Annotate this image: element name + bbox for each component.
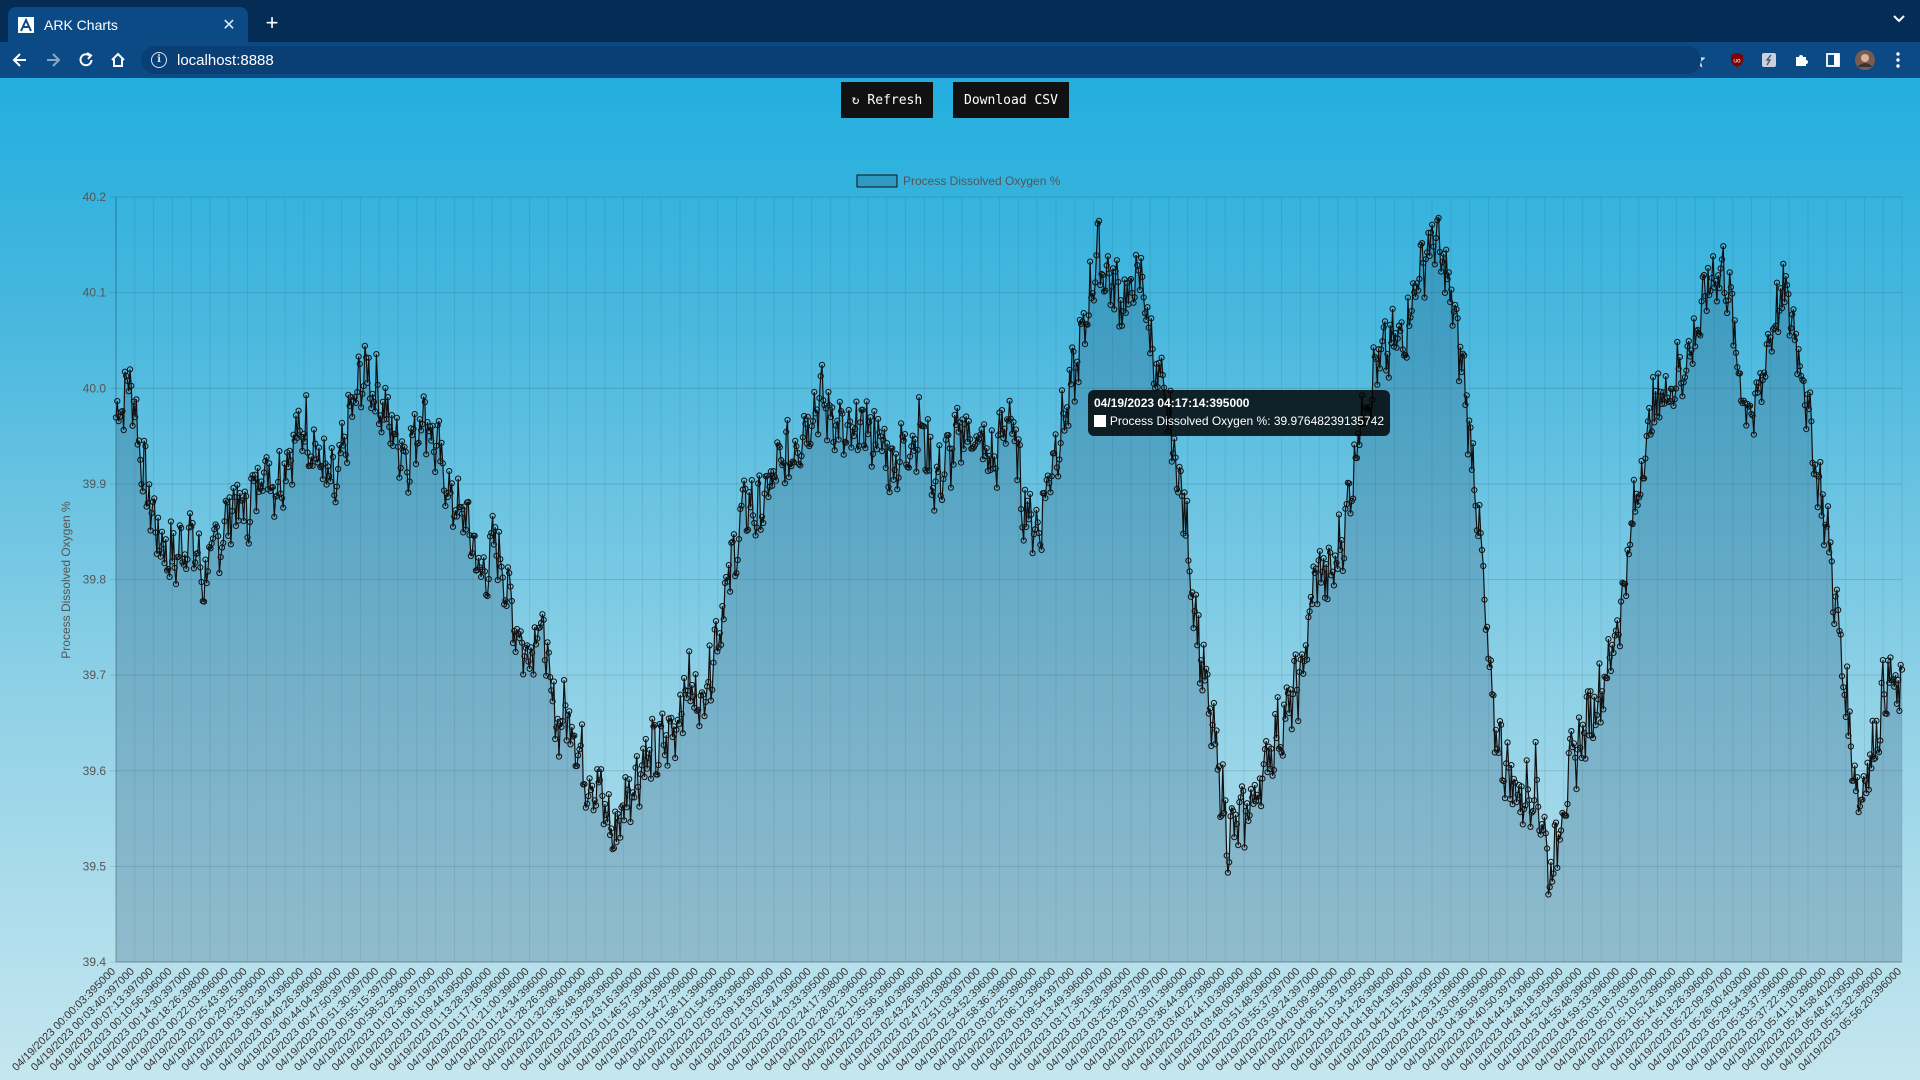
forward-icon[interactable] — [41, 48, 65, 72]
menu-icon[interactable] — [1886, 48, 1910, 72]
browser-tab-strip: ARK Charts ✕ + — [0, 0, 1920, 42]
ark-logo-icon — [18, 16, 34, 33]
tooltip-label: Process Dissolved Oxygen %: 39.976482391… — [1109, 414, 1384, 428]
url-text[interactable]: localhost:8888 — [177, 52, 274, 69]
svg-text:uo: uo — [1733, 58, 1741, 65]
info-icon[interactable]: i — [151, 52, 167, 68]
home-icon[interactable] — [106, 48, 130, 72]
y-tick-label: 39.7 — [83, 668, 107, 682]
reload-icon[interactable] — [74, 48, 98, 72]
tab-title: ARK Charts — [44, 16, 118, 33]
tab-search-chevron-icon[interactable] — [1892, 11, 1906, 28]
profile-avatar[interactable] — [1853, 48, 1877, 72]
browser-tab-active[interactable]: ARK Charts ✕ — [8, 7, 248, 42]
y-tick-label: 39.6 — [83, 764, 107, 778]
tooltip-swatch — [1094, 415, 1106, 427]
sidepanel-icon[interactable] — [1821, 48, 1845, 72]
y-tick-label: 39.4 — [83, 955, 107, 969]
y-tick-label: 39.9 — [83, 477, 107, 491]
y-tick-label: 40.0 — [83, 381, 107, 395]
new-tab-button[interactable]: + — [258, 9, 286, 37]
chart-tooltip: 04/19/2023 04:17:14:395000 Process Disso… — [1088, 390, 1390, 436]
extension-icon[interactable] — [1757, 48, 1781, 72]
y-tick-label: 40.2 — [83, 190, 107, 204]
tooltip-title: 04/19/2023 04:17:14:395000 — [1094, 396, 1250, 410]
y-tick-label: 39.8 — [83, 573, 107, 587]
y-tick-label: 40.1 — [83, 286, 107, 300]
address-bar[interactable]: i localhost:8888 — [141, 46, 1701, 74]
back-icon[interactable] — [8, 48, 32, 72]
y-tick-label: 39.5 — [83, 859, 107, 873]
legend-swatch — [856, 174, 898, 188]
ublock-icon[interactable]: uo — [1725, 48, 1749, 72]
legend-label: Process Dissolved Oxygen % — [903, 174, 1061, 188]
dissolved-oxygen-chart[interactable]: 39.4 39.5 39.6 39.7 39.8 39.9 40.0 40.1 40.2 Proc… — [0, 78, 1920, 1080]
series-area-fill — [116, 217, 1902, 962]
page-content: ↻ Refresh Download CSV 39.4 39.5 39.6 39.7 3… — [0, 78, 1920, 1080]
puzzle-icon[interactable] — [1789, 48, 1813, 72]
close-tab-icon[interactable]: ✕ — [220, 15, 238, 35]
y-axis-title: Process Dissolved Oxygen % — [59, 501, 73, 659]
